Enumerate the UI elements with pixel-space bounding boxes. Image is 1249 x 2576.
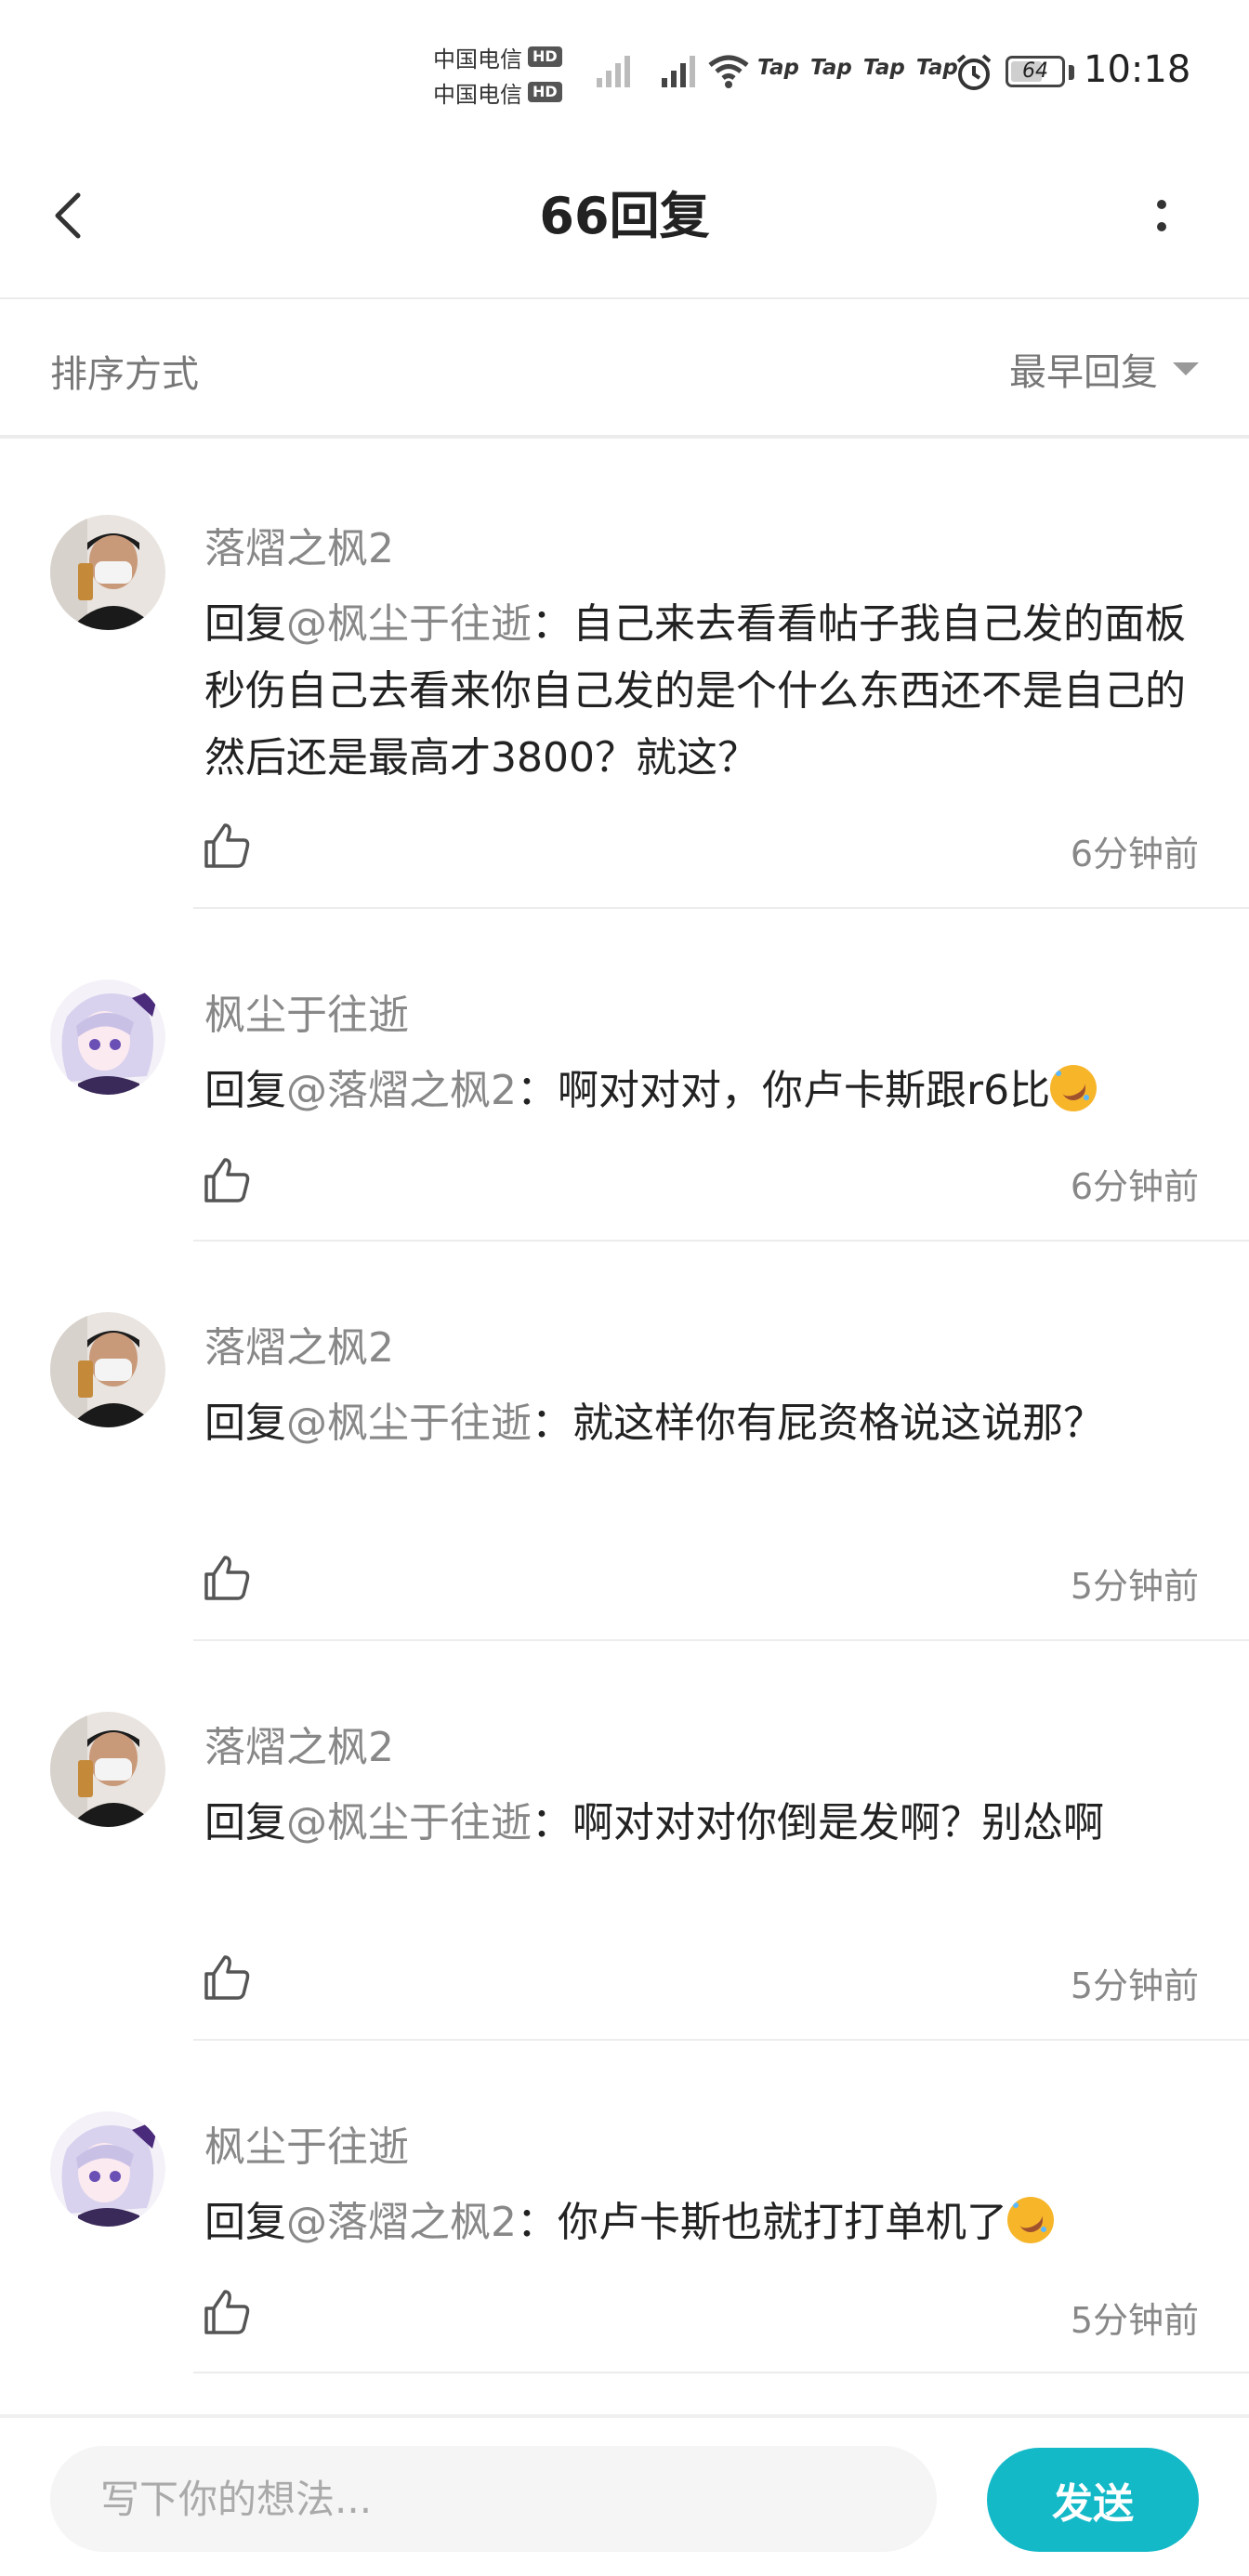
comment-time: 5分钟前 xyxy=(1070,2300,1199,2341)
mention-link[interactable]: @枫尘于往逝 xyxy=(286,1400,532,1447)
comment-text: 回复@枫尘于往逝：自己来去看看帖子我自己发的面板秒伤自己去看来你自己发的是个什么… xyxy=(204,591,1208,792)
avatar[interactable] xyxy=(50,2111,165,2227)
more-options-icon[interactable] xyxy=(1143,184,1180,258)
reply-prefix: 回复 xyxy=(204,600,286,648)
send-button[interactable]: 发送 xyxy=(987,2448,1199,2552)
comment-body: 你卢卡斯也就打打单机了 xyxy=(558,2199,1007,2246)
thumbs-up-icon[interactable] xyxy=(201,1552,253,1604)
battery-icon: 64 xyxy=(1006,56,1065,87)
comment-text: 回复@枫尘于往逝：啊对对对你倒是发啊？别怂啊 xyxy=(204,1790,1208,1857)
avatar[interactable] xyxy=(50,515,165,630)
reply-prefix: 回复 xyxy=(204,1799,286,1847)
comment-username[interactable]: 落熠之枫2 xyxy=(204,1314,394,1373)
mention-link[interactable]: @落熠之枫2 xyxy=(286,1067,517,1114)
signal-icon xyxy=(662,56,695,87)
app-header: 66回复 xyxy=(0,139,1249,299)
laughing-emoji-icon xyxy=(1050,1065,1098,1111)
comment-body: 啊对对对，你卢卡斯跟r6比 xyxy=(558,1067,1051,1114)
reply-separator: ： xyxy=(517,2199,558,2246)
avatar[interactable] xyxy=(50,1312,165,1427)
chevron-down-icon xyxy=(1173,362,1199,375)
comment-username[interactable]: 枫尘于往逝 xyxy=(204,2113,409,2173)
battery-level: 64 xyxy=(1022,59,1048,83)
avatar[interactable] xyxy=(50,1712,165,1827)
tap-notification: Tap xyxy=(915,56,958,80)
signal-icon xyxy=(597,56,630,87)
sort-selected: 最早回复 xyxy=(1009,351,1158,394)
wifi-icon xyxy=(708,55,749,88)
reply-separator: ： xyxy=(532,600,572,648)
comment-time: 5分钟前 xyxy=(1070,1965,1199,2006)
comment-body: 就这样你有屁资格说这说那？ xyxy=(572,1400,1104,1447)
thumbs-up-icon[interactable] xyxy=(201,1154,253,1206)
reply-separator: ： xyxy=(532,1799,572,1847)
comment-item: 枫尘于往逝 回复@落熠之枫2：你卢卡斯也就打打单机了 5分钟前 xyxy=(50,2041,1249,2373)
comment-text: 回复@落熠之枫2：啊对对对，你卢卡斯跟r6比 xyxy=(204,1058,1208,1124)
carrier-info: 中国电信 HD 中国电信 HD xyxy=(433,39,571,110)
reply-separator: ： xyxy=(517,1067,558,1114)
tap-notification: Tap xyxy=(862,56,905,80)
comment-item: 枫尘于往逝 回复@落熠之枫2：啊对对对，你卢卡斯跟r6比 6分钟前 xyxy=(50,909,1249,1242)
comment-time: 6分钟前 xyxy=(1070,1166,1199,1207)
battery-tip xyxy=(1069,65,1074,80)
page-title: 66回复 xyxy=(539,187,710,245)
comment-item: 落熠之枫2 回复@枫尘于往逝：啊对对对你倒是发啊？别怂啊 5分钟前 xyxy=(50,1641,1249,2041)
comment-body: 啊对对对你倒是发啊？别怂啊 xyxy=(572,1799,1104,1847)
comment-username[interactable]: 枫尘于往逝 xyxy=(204,981,409,1041)
comment-username[interactable]: 落熠之枫2 xyxy=(204,1714,394,1773)
reply-prefix: 回复 xyxy=(204,1400,286,1447)
hd-badge-2: HD xyxy=(528,82,562,102)
hd-badge-1: HD xyxy=(528,46,562,67)
tap-notification: Tap xyxy=(757,56,799,80)
avatar[interactable] xyxy=(50,979,165,1095)
tap-notification: Tap xyxy=(809,56,852,80)
notification-icons: Tap Tap Tap Tap xyxy=(757,56,958,80)
reply-prefix: 回复 xyxy=(204,2199,286,2246)
reply-composer: 发送 xyxy=(0,2414,1249,2576)
sort-dropdown[interactable]: 最早回复 xyxy=(1009,342,1199,396)
thumbs-up-icon[interactable] xyxy=(201,2286,253,2338)
reply-prefix: 回复 xyxy=(204,1067,286,1114)
comment-text: 回复@落熠之枫2：你卢卡斯也就打打单机了 xyxy=(204,2189,1208,2256)
thumbs-up-icon[interactable] xyxy=(201,820,253,872)
comment-time: 5分钟前 xyxy=(1070,1566,1199,1607)
carrier-1: 中国电信 xyxy=(433,46,522,72)
sort-bar: 排序方式 最早回复 xyxy=(0,299,1249,439)
alarm-icon xyxy=(956,54,992,90)
mention-link[interactable]: @枫尘于往逝 xyxy=(286,1799,532,1847)
status-bar: 中国电信 HD 中国电信 HD Tap Tap Tap Tap 64 10:18 xyxy=(0,0,1249,139)
sort-label: 排序方式 xyxy=(50,353,199,396)
comment-text: 回复@枫尘于往逝：就这样你有屁资格说这说那？ xyxy=(204,1390,1134,1457)
laughing-emoji-icon xyxy=(1007,2197,1054,2243)
comment-username[interactable]: 落熠之枫2 xyxy=(204,515,394,574)
thumbs-up-icon[interactable] xyxy=(201,1952,253,2004)
reply-separator: ： xyxy=(532,1400,572,1447)
comment-time: 6分钟前 xyxy=(1070,834,1199,874)
reply-input[interactable] xyxy=(50,2446,937,2552)
mention-link[interactable]: @落熠之枫2 xyxy=(286,2199,517,2246)
comment-item: 落熠之枫2 回复@枫尘于往逝：自己来去看看帖子我自己发的面板秒伤自己去看来你自己… xyxy=(50,442,1249,909)
comment-list: 落熠之枫2 回复@枫尘于往逝：自己来去看看帖子我自己发的面板秒伤自己去看来你自己… xyxy=(0,442,1249,2373)
status-time: 10:18 xyxy=(1084,48,1191,91)
comment-item: 落熠之枫2 回复@枫尘于往逝：就这样你有屁资格说这说那？ 5分钟前 xyxy=(50,1242,1249,1641)
mention-link[interactable]: @枫尘于往逝 xyxy=(286,600,532,648)
carrier-2: 中国电信 xyxy=(433,81,522,108)
